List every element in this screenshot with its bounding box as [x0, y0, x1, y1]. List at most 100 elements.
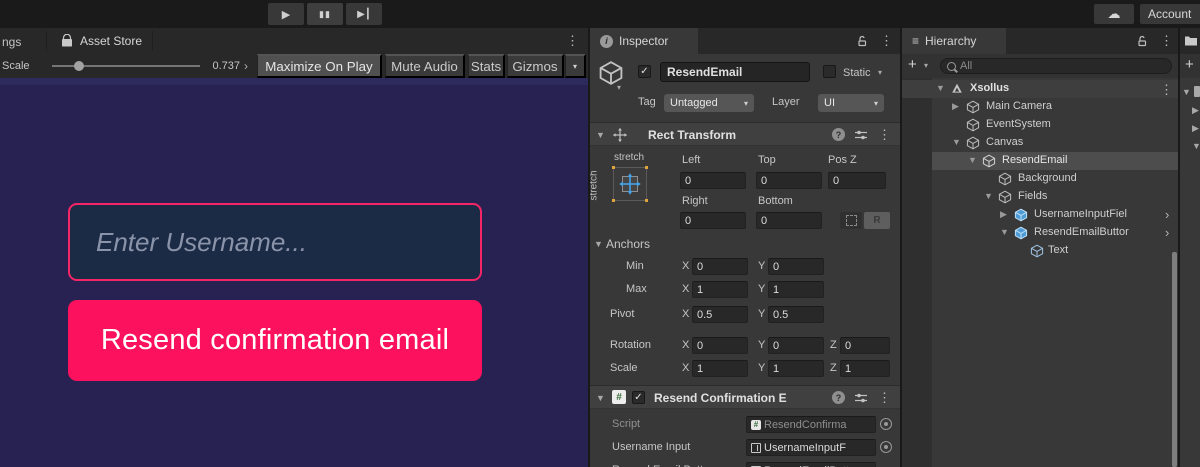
- static-dropdown-caret[interactable]: ▾: [878, 69, 882, 77]
- mute-audio-button[interactable]: Mute Audio: [385, 54, 465, 78]
- cloud-button[interactable]: ☁: [1094, 4, 1134, 24]
- tag-dropdown[interactable]: Untagged ▾: [664, 94, 754, 112]
- hierarchy-menu-icon[interactable]: ⋮: [1160, 34, 1173, 47]
- raw-edit-mode-button[interactable]: R: [864, 212, 890, 229]
- hierarchy-scrollbar[interactable]: [1172, 252, 1177, 467]
- anchor-min-x-field[interactable]: 0: [692, 258, 748, 275]
- tree-item-resendemail-selected[interactable]: ▼ ResendEmail: [902, 152, 1178, 170]
- bottom-field[interactable]: 0: [756, 212, 822, 229]
- foldout-open-icon[interactable]: ▼: [952, 138, 961, 147]
- tree-item-usernameinputfield[interactable]: ▶ UsernameInputFiel ›: [902, 206, 1178, 224]
- foldout-open-icon[interactable]: ▼: [596, 394, 605, 403]
- anchors-foldout-icon[interactable]: ▼: [594, 240, 603, 249]
- static-checkbox[interactable]: [823, 65, 836, 78]
- scene-header-xsollus[interactable]: ▼ Xsollus ⋮: [902, 80, 1178, 98]
- tree-item-main-camera[interactable]: ▶ Main Camera: [902, 98, 1178, 116]
- foldout-open-icon[interactable]: ▼: [1192, 142, 1200, 151]
- pivot-x-field[interactable]: 0.5: [692, 306, 748, 323]
- username-input[interactable]: [70, 205, 480, 279]
- foldout-open-icon[interactable]: ▼: [596, 131, 605, 140]
- foldout-open-icon[interactable]: ▼: [936, 84, 945, 93]
- create-object-button[interactable]: +: [908, 56, 917, 73]
- pause-button[interactable]: ▮▮: [307, 3, 343, 25]
- component-menu-icon[interactable]: ⋮: [878, 391, 891, 404]
- scale-value[interactable]: 0.737: [198, 60, 240, 72]
- help-icon[interactable]: ?: [832, 128, 845, 141]
- component-enabled-checkbox[interactable]: ✓: [632, 391, 645, 404]
- username-input-object-field[interactable]: UsernameInputF: [746, 439, 876, 456]
- create-asset-button[interactable]: +: [1185, 56, 1194, 73]
- maximize-on-play-button[interactable]: Maximize On Play: [257, 54, 382, 78]
- foldout-closed-icon[interactable]: ▶: [1192, 124, 1199, 133]
- tab-asset-store[interactable]: Asset Store: [52, 28, 150, 54]
- hierarchy-search[interactable]: All: [940, 58, 1172, 74]
- anchor-max-y-field[interactable]: 1: [768, 281, 824, 298]
- tree-item-resendemailbutton[interactable]: ▼ ResendEmailButtor ›: [902, 224, 1178, 242]
- prefab-open-arrow[interactable]: ›: [1165, 207, 1169, 222]
- top-field[interactable]: 0: [756, 172, 822, 189]
- play-button[interactable]: ▶: [268, 3, 304, 25]
- lock-icon[interactable]: [1136, 35, 1148, 47]
- scale-y-field[interactable]: 1: [768, 360, 824, 377]
- presets-icon[interactable]: [854, 128, 868, 142]
- rect-transform-header[interactable]: ▼ Rect Transform ? ⋮: [590, 122, 900, 146]
- tree-item-text[interactable]: Text: [902, 242, 1178, 260]
- stats-button[interactable]: Stats: [468, 54, 505, 78]
- foldout-closed-icon[interactable]: ▶: [1192, 106, 1199, 115]
- foldout-open-icon[interactable]: ▼: [1000, 228, 1009, 237]
- account-button[interactable]: Account: [1140, 4, 1200, 24]
- foldout-closed-icon[interactable]: ▶: [1000, 210, 1007, 219]
- posz-field[interactable]: 0: [828, 172, 886, 189]
- tree-item-eventsystem[interactable]: EventSystem: [902, 116, 1178, 134]
- foldout-closed-icon[interactable]: ▶: [952, 102, 959, 111]
- tree-item-fields[interactable]: ▼ Fields: [902, 188, 1178, 206]
- help-icon[interactable]: ?: [832, 391, 845, 404]
- resend-button-object-field[interactable]: ResendEmailButt: [746, 462, 876, 467]
- scale-z-field[interactable]: 1: [840, 360, 890, 377]
- gizmos-button[interactable]: Gizmos: [507, 54, 564, 78]
- gameobject-name-field[interactable]: ResendEmail: [660, 62, 810, 82]
- create-dropdown-caret[interactable]: ▾: [924, 62, 928, 70]
- tab-partial-settings[interactable]: ngs: [2, 35, 21, 49]
- tree-item-canvas[interactable]: ▼ Canvas: [902, 134, 1178, 152]
- foldout-open-icon[interactable]: ▼: [1182, 88, 1191, 97]
- scene-menu-icon[interactable]: ⋮: [1160, 83, 1173, 96]
- folder-icon[interactable]: [1184, 35, 1198, 47]
- resend-email-button[interactable]: Resend confirmation email: [68, 300, 482, 381]
- foldout-open-icon[interactable]: ▼: [968, 156, 977, 165]
- scale-x-field[interactable]: 1: [692, 360, 748, 377]
- step-button[interactable]: ▶┃: [346, 3, 382, 25]
- game-panel-menu-icon[interactable]: ⋮: [566, 34, 579, 47]
- gameobject-icon-caret[interactable]: ▾: [617, 84, 621, 92]
- foldout-open-icon[interactable]: ▼: [984, 192, 993, 201]
- rotation-y-field[interactable]: 0: [768, 337, 824, 354]
- rotation-x-field[interactable]: 0: [692, 337, 748, 354]
- prefab-open-arrow[interactable]: ›: [1165, 225, 1169, 240]
- script-object-field[interactable]: # ResendConfirma: [746, 416, 876, 433]
- tab-hierarchy[interactable]: ≡ Hierarchy: [902, 28, 1006, 54]
- script-component-header[interactable]: ▼ # ✓ Resend Confirmation E ? ⋮: [590, 385, 900, 409]
- username-input-box[interactable]: [68, 203, 482, 281]
- username-input-row-label: Username Input: [612, 441, 690, 453]
- right-field[interactable]: 0: [680, 212, 746, 229]
- scale-slider-knob[interactable]: [74, 61, 84, 71]
- rotation-z-field[interactable]: 0: [840, 337, 890, 354]
- anchor-min-y-field[interactable]: 0: [768, 258, 824, 275]
- object-picker-icon[interactable]: [880, 418, 892, 430]
- scale-expander-icon[interactable]: ›: [244, 59, 248, 73]
- object-picker-icon[interactable]: [880, 441, 892, 453]
- inspector-menu-icon[interactable]: ⋮: [880, 34, 893, 47]
- pivot-y-field[interactable]: 0.5: [768, 306, 824, 323]
- tab-inspector[interactable]: i Inspector: [590, 28, 698, 54]
- presets-icon[interactable]: [854, 391, 868, 405]
- tree-item-background[interactable]: Background: [902, 170, 1178, 188]
- anchor-preset-widget[interactable]: [612, 166, 648, 202]
- gizmos-dropdown-button[interactable]: ▾: [565, 54, 586, 78]
- component-menu-icon[interactable]: ⋮: [878, 128, 891, 141]
- anchor-max-x-field[interactable]: 1: [692, 281, 748, 298]
- layer-dropdown[interactable]: UI ▾: [818, 94, 884, 112]
- left-field[interactable]: 0: [680, 172, 746, 189]
- lock-icon[interactable]: [856, 35, 868, 47]
- gameobject-active-checkbox[interactable]: ✓: [638, 65, 651, 78]
- blueprint-mode-button[interactable]: [840, 212, 862, 229]
